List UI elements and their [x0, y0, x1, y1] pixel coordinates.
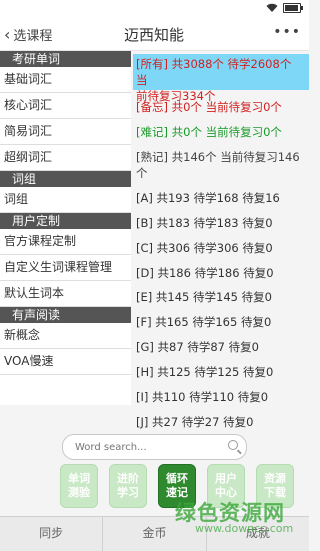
button-label: 进阶 [117, 472, 139, 485]
page-title: 迈西知能 [124, 26, 185, 44]
letter-row[interactable]: [D] 共186 待学186 待复0 [133, 265, 309, 281]
title-bar: ‹ 选课程 迈西知能 ••• [0, 18, 309, 51]
sidebar-item-default-notebook[interactable]: 默认生词本 [0, 281, 131, 307]
tab-sync[interactable]: 同步 [0, 517, 104, 551]
section-header-phrases: 词组 [0, 171, 131, 187]
wifi-icon [266, 3, 278, 12]
button-label: 学习 [117, 486, 139, 499]
stats-list: [所有] 共3088个 待学2608个 当 前待复习334个 [备忘] 共0个 … [133, 51, 309, 430]
search-input[interactable] [73, 435, 227, 459]
button-label: 资源 [264, 472, 286, 485]
letter-row[interactable]: [H] 共125 待学125 待复0 [133, 364, 309, 380]
stats-known-line2: 个 [136, 166, 148, 180]
sidebar-item-voa[interactable]: VOA慢速 [0, 349, 131, 375]
word-test-button[interactable]: 单词 测验 [60, 464, 98, 508]
stats-all[interactable]: [所有] 共3088个 待学2608个 当 前待复习334个 [133, 54, 309, 103]
button-label: 单词 [68, 472, 90, 485]
section-header-custom: 用户定制 [0, 213, 131, 229]
stats-known-line1: [熟记] 共146个 当前待复习146 [136, 150, 300, 164]
battery-icon [283, 3, 303, 13]
section-header-kaoyan: 考研单词 [0, 51, 131, 67]
back-button[interactable]: ‹ 选课程 [4, 25, 52, 44]
word-search[interactable] [62, 434, 247, 460]
letter-row[interactable]: [G] 共87 待学87 待复0 [133, 339, 309, 355]
sidebar-item-easy[interactable]: 简易词汇 [0, 119, 131, 145]
section-header-audio: 有声阅读 [0, 307, 131, 323]
watermark-url: www.downcc.com [195, 522, 294, 535]
letter-row[interactable]: [F] 共165 待学165 待复0 [133, 314, 309, 330]
sidebar-item-basic[interactable]: 基础词汇 [0, 67, 131, 93]
advanced-learning-button[interactable]: 进阶 学习 [109, 464, 147, 508]
chevron-left-icon: ‹ [4, 24, 11, 44]
button-label: 测验 [68, 486, 90, 499]
sidebar-item-official-custom[interactable]: 官方课程定制 [0, 229, 131, 255]
stats-all-line1: [所有] 共3088个 待学2608个 当 [136, 57, 292, 87]
more-icon[interactable]: ••• [273, 24, 301, 40]
status-icons [266, 3, 303, 13]
letter-row[interactable]: [I] 共110 待学110 待复0 [133, 389, 309, 405]
sidebar-item-custom-manage[interactable]: 自定义生词课程管理 [0, 255, 131, 281]
letter-row[interactable]: [B] 共183 待学183 待复0 [133, 215, 309, 231]
sidebar-item-new-concept[interactable]: 新概念 [0, 323, 131, 349]
button-label: 循环 [166, 472, 188, 485]
letter-row[interactable]: [A] 共193 待学168 待复16 [133, 190, 309, 206]
course-sidebar: 考研单词 基础词汇 核心词汇 简易词汇 超纲词汇 词组 词组 用户定制 官方课程… [0, 51, 131, 405]
stats-memo[interactable]: [备忘] 共0个 当前待复习0个 [133, 99, 309, 115]
button-label: 用户 [215, 472, 237, 485]
search-icon[interactable] [228, 440, 238, 450]
sidebar-item-phrases[interactable]: 词组 [0, 187, 131, 213]
stats-known[interactable]: [熟记] 共146个 当前待复习146 个 [133, 149, 309, 181]
letter-row[interactable]: [C] 共306 待学306 待复0 [133, 240, 309, 256]
sidebar-item-advanced[interactable]: 超纲词汇 [0, 145, 131, 171]
stats-hard[interactable]: [难记] 共0个 当前待复习0个 [133, 124, 309, 140]
sidebar-item-core[interactable]: 核心词汇 [0, 93, 131, 119]
back-label: 选课程 [13, 29, 53, 44]
letter-row[interactable]: [E] 共145 待学145 待复0 [133, 289, 309, 305]
letter-row[interactable]: [J] 共27 待学27 待复0 [133, 414, 309, 430]
status-bar [0, 0, 309, 18]
